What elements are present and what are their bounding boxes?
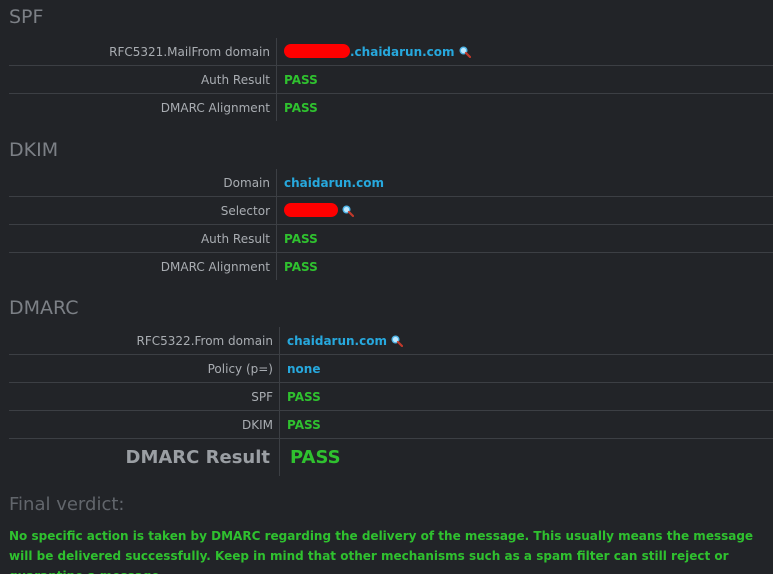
spf-section-title: SPF: [9, 6, 44, 28]
spf-alignment-label: DMARC Alignment: [9, 93, 277, 121]
dmarc-dkim-value: PASS: [279, 410, 773, 439]
spf-mailfrom-value[interactable]: .chaidarun.com: [350, 45, 455, 59]
final-verdict-title: Final verdict:: [9, 494, 125, 515]
dmarc-report: SPF RFC5321.MailFrom domain .chaidarun.c…: [0, 0, 773, 574]
table-row: SPF PASS: [9, 382, 773, 411]
table-row: RFC5321.MailFrom domain .chaidarun.com: [9, 38, 773, 66]
dmarc-spf-value: PASS: [279, 382, 773, 411]
dmarc-policy-value[interactable]: none: [279, 354, 773, 383]
magnifier-icon[interactable]: [459, 46, 471, 58]
dkim-domain-label: Domain: [9, 169, 277, 197]
dkim-auth-value: PASS: [276, 224, 773, 253]
redaction-mark: [284, 203, 338, 217]
dkim-section-title: DKIM: [9, 139, 59, 161]
table-row: Domain chaidarun.com: [9, 169, 773, 197]
table-row: Selector: [9, 196, 773, 225]
dmarc-from-label: RFC5322.From domain: [9, 327, 280, 355]
magnifier-icon[interactable]: [342, 205, 354, 217]
dmarc-from-cell: chaidarun.com: [279, 327, 773, 355]
dmarc-result-label: DMARC Result: [9, 438, 280, 476]
dmarc-section-title: DMARC: [9, 297, 79, 319]
spf-table: RFC5321.MailFrom domain .chaidarun.com A…: [9, 38, 773, 121]
dmarc-result-row: DMARC Result PASS: [9, 438, 773, 476]
spf-auth-value: PASS: [276, 65, 773, 94]
dmarc-policy-label: Policy (p=): [9, 354, 280, 383]
dmarc-from-value[interactable]: chaidarun.com: [287, 334, 387, 348]
dmarc-result-value: PASS: [290, 447, 341, 468]
table-row: RFC5322.From domain chaidarun.com: [9, 327, 773, 355]
table-row: DMARC Alignment PASS: [9, 93, 773, 121]
dkim-auth-label: Auth Result: [9, 224, 277, 253]
table-row: Policy (p=) none: [9, 354, 773, 383]
dkim-table: Domain chaidarun.com Selector Auth Resul…: [9, 169, 773, 280]
spf-alignment-value: PASS: [284, 100, 318, 115]
dmarc-table: RFC5322.From domain chaidarun.com Policy…: [9, 327, 773, 476]
dkim-domain-value[interactable]: chaidarun.com: [276, 169, 773, 197]
final-verdict-text: No specific action is taken by DMARC reg…: [9, 529, 754, 574]
table-row: DMARC Alignment PASS: [9, 252, 773, 280]
dkim-selector-label: Selector: [9, 196, 277, 225]
dkim-alignment-label: DMARC Alignment: [9, 252, 277, 280]
magnifier-icon[interactable]: [391, 335, 403, 347]
dmarc-spf-label: SPF: [9, 382, 280, 411]
table-row: DKIM PASS: [9, 410, 773, 439]
spf-mailfrom-label: RFC5321.MailFrom domain: [9, 38, 277, 66]
dmarc-dkim-label: DKIM: [9, 410, 280, 439]
spf-auth-label: Auth Result: [9, 65, 277, 94]
redaction-mark: [284, 44, 350, 58]
dkim-selector-cell: [276, 196, 773, 225]
table-row: Auth Result PASS: [9, 65, 773, 94]
dkim-alignment-value: PASS: [284, 259, 318, 274]
spf-mailfrom-cell: .chaidarun.com: [276, 38, 773, 66]
table-row: Auth Result PASS: [9, 224, 773, 253]
